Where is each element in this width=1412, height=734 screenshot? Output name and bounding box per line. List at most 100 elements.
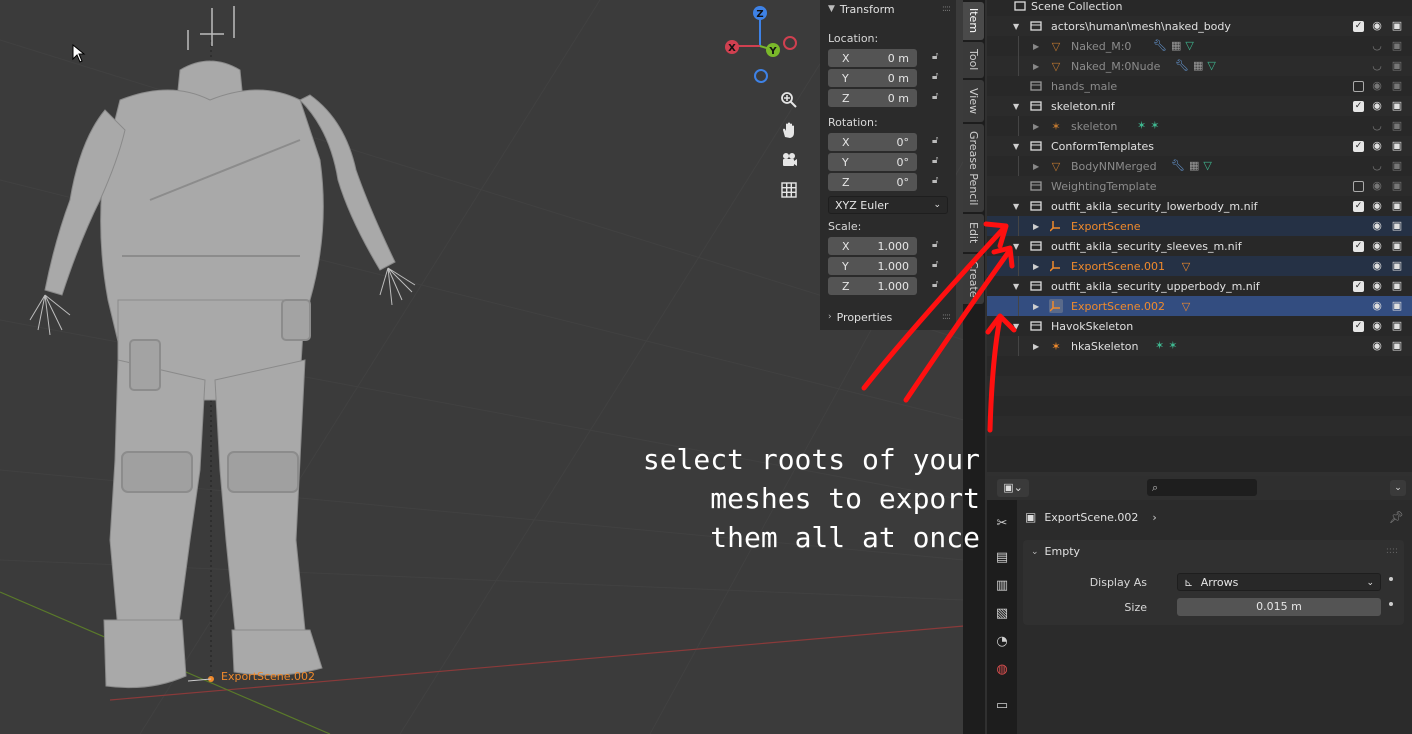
keyframe-dot-icon[interactable] (1389, 577, 1393, 581)
lock-icon[interactable]: 🔓︎ (932, 175, 946, 189)
eye-icon[interactable]: ◉ (1370, 99, 1384, 113)
camera-render-icon[interactable]: ▣ (1390, 119, 1404, 133)
hidden-eye-icon[interactable]: ◡ (1370, 39, 1384, 53)
size-field[interactable]: 0.015 m (1177, 598, 1381, 616)
rotation-mode-select[interactable]: XYZ Euler ⌄ (828, 196, 948, 214)
outliner-row-collection[interactable]: ▼ skeleton.nif ✓ ◉ ▣ (987, 96, 1412, 116)
tab-edit[interactable]: Edit (963, 214, 984, 252)
chevron-down-icon[interactable]: ⌄ (1390, 480, 1406, 496)
lock-icon[interactable]: 🔓︎ (932, 91, 946, 105)
eye-icon[interactable]: ◉ (1370, 19, 1384, 33)
expand-triangle-icon[interactable]: ▶ (1033, 62, 1039, 71)
outliner-row-armature[interactable]: ▶ ✶ skeleton ✶ ✶ ◡ ▣ (987, 116, 1412, 136)
camera-render-icon[interactable]: ▣ (1390, 239, 1404, 253)
camera-render-icon[interactable]: ▣ (1390, 59, 1404, 73)
drag-handle-icon[interactable]: :::: (1386, 546, 1398, 556)
empty-panel-header[interactable]: ⌄ Empty (1031, 545, 1080, 558)
hidden-eye-icon[interactable]: ◡ (1370, 59, 1384, 73)
hand-icon[interactable] (775, 116, 803, 144)
collection-properties-icon[interactable]: ▭ (992, 696, 1012, 716)
camera-render-icon[interactable]: ▣ (1390, 319, 1404, 333)
tab-item[interactable]: Item (963, 2, 984, 40)
expand-triangle-icon[interactable]: ▶ (1033, 122, 1039, 131)
outliner-row-collection[interactable]: ▼ outfit_akila_security_sleeves_m.nif ✓ ◉… (987, 236, 1412, 256)
eye-icon[interactable]: ◉ (1370, 179, 1384, 193)
outliner-row-empty-selected[interactable]: ▶ ExportScene.001 ▽ ◉ ▣ (987, 256, 1412, 276)
scale-x-field[interactable]: X 1.000 (828, 237, 917, 255)
outliner-row-collection[interactable]: ▼ HavokSkeleton ✓ ◉ ▣ (987, 316, 1412, 336)
exclude-checkbox[interactable] (1353, 180, 1364, 192)
eye-icon[interactable]: ◉ (1370, 79, 1384, 93)
eye-icon[interactable]: ◉ (1370, 139, 1384, 153)
camera-render-icon[interactable]: ▣ (1390, 199, 1404, 213)
eye-icon[interactable]: ◉ (1370, 299, 1384, 313)
pin-icon[interactable]: 📌︎ (1389, 510, 1404, 524)
drag-handle-icon[interactable]: :::: (942, 312, 951, 322)
exclude-checkbox[interactable]: ✓ (1353, 100, 1364, 112)
expand-triangle-icon[interactable]: ▶ (1033, 262, 1039, 271)
expand-triangle-icon[interactable]: ▼ (1013, 22, 1019, 31)
navigation-gizmo[interactable]: Z X Y (718, 2, 802, 88)
editor-type-button[interactable]: ▣⌄ (997, 479, 1029, 497)
properties-search-input[interactable]: ⌕ (1147, 479, 1257, 496)
lock-icon[interactable]: 🔓︎ (932, 279, 946, 293)
expand-triangle-icon[interactable]: ▶ (1033, 42, 1039, 51)
camera-render-icon[interactable]: ▣ (1390, 259, 1404, 273)
camera-icon[interactable] (775, 146, 803, 174)
outliner-row-collection[interactable]: ▼ outfit_akila_security_upperbody_m.nif … (987, 276, 1412, 296)
exclude-checkbox[interactable]: ✓ (1353, 280, 1364, 292)
location-y-field[interactable]: Y0 m (828, 69, 917, 87)
hidden-eye-icon[interactable]: ◡ (1370, 119, 1384, 133)
outliner-row-mesh[interactable]: ▶ ▽ Naked_M:0Nude 🔧︎ ▦ ▽ ◡ ▣ (987, 56, 1412, 76)
expand-triangle-icon[interactable]: ▶ (1033, 342, 1039, 351)
expand-triangle-icon[interactable]: ▶ (1033, 222, 1039, 231)
scene-properties-icon[interactable]: ◔ (992, 632, 1012, 652)
camera-render-icon[interactable]: ▣ (1390, 299, 1404, 313)
outliner-row-mesh[interactable]: ▶ ▽ Naked_M:0 🔧︎ ▦ ▽ ◡ ▣ (987, 36, 1412, 56)
expand-triangle-icon[interactable]: ▼ (1013, 242, 1019, 251)
exclude-checkbox[interactable]: ✓ (1353, 20, 1364, 32)
location-x-field[interactable]: X0 m (828, 49, 917, 67)
eye-icon[interactable]: ◉ (1370, 219, 1384, 233)
render-properties-icon[interactable]: ▤ (992, 548, 1012, 568)
exclude-checkbox[interactable]: ✓ (1353, 200, 1364, 212)
outliner-row-scene-collection[interactable]: Scene Collection (987, 0, 1412, 16)
expand-triangle-icon[interactable]: ▶ (1033, 302, 1039, 311)
eye-icon[interactable]: ◉ (1370, 239, 1384, 253)
outliner-row-collection[interactable]: ▼ outfit_akila_security_lowerbody_m.nif … (987, 196, 1412, 216)
camera-render-icon[interactable]: ▣ (1390, 99, 1404, 113)
exclude-checkbox[interactable]: ✓ (1353, 320, 1364, 332)
transform-panel-header[interactable]: ▼ Transform :::: (820, 0, 956, 18)
outliner-row-empty-selected[interactable]: ▶ ExportScene ◉ ▣ (987, 216, 1412, 236)
outliner-row-mesh[interactable]: ▶ ▽ BodyNNMerged 🔧︎ ▦ ▽ ◡ ▣ (987, 156, 1412, 176)
eye-icon[interactable]: ◉ (1370, 339, 1384, 353)
grid-icon[interactable] (775, 176, 803, 204)
tab-create[interactable]: Create (963, 254, 984, 304)
expand-triangle-icon[interactable]: ▼ (1013, 322, 1019, 331)
exclude-checkbox[interactable]: ✓ (1353, 140, 1364, 152)
view-layer-icon[interactable]: ▧ (992, 604, 1012, 624)
world-properties-icon[interactable]: ◍ (992, 660, 1012, 680)
outliner-row-collection[interactable]: ▼ actors\human\mesh\naked_body ✓ ◉ ▣ (987, 16, 1412, 36)
scale-z-field[interactable]: Z 1.000 (828, 277, 917, 295)
tab-tool[interactable]: Tool (963, 42, 984, 78)
rotation-y-field[interactable]: Y 0° (828, 153, 917, 171)
lock-icon[interactable]: 🔓︎ (932, 135, 946, 149)
output-properties-icon[interactable]: ▥ (992, 576, 1012, 596)
exclude-checkbox[interactable]: ✓ (1353, 240, 1364, 252)
camera-render-icon[interactable]: ▣ (1390, 79, 1404, 93)
outliner-row-armature[interactable]: ▶ ✶ hkaSkeleton ✶ ✶ ◉ ▣ (987, 336, 1412, 356)
outliner-row-collection[interactable]: WeightingTemplate ◉ ▣ (987, 176, 1412, 196)
expand-triangle-icon[interactable]: ▶ (1033, 162, 1039, 171)
lock-icon[interactable]: 🔓︎ (932, 239, 946, 253)
lock-icon[interactable]: 🔓︎ (932, 259, 946, 273)
scale-y-field[interactable]: Y 1.000 (828, 257, 917, 275)
eye-icon[interactable]: ◉ (1370, 199, 1384, 213)
camera-render-icon[interactable]: ▣ (1390, 339, 1404, 353)
lock-icon[interactable]: 🔓︎ (932, 71, 946, 85)
expand-triangle-icon[interactable]: ▼ (1013, 142, 1019, 151)
keyframe-dot-icon[interactable] (1389, 602, 1393, 606)
eye-icon[interactable]: ◉ (1370, 259, 1384, 273)
camera-render-icon[interactable]: ▣ (1390, 279, 1404, 293)
display-as-select[interactable]: ⊾ Arrows ⌄ (1177, 573, 1381, 591)
